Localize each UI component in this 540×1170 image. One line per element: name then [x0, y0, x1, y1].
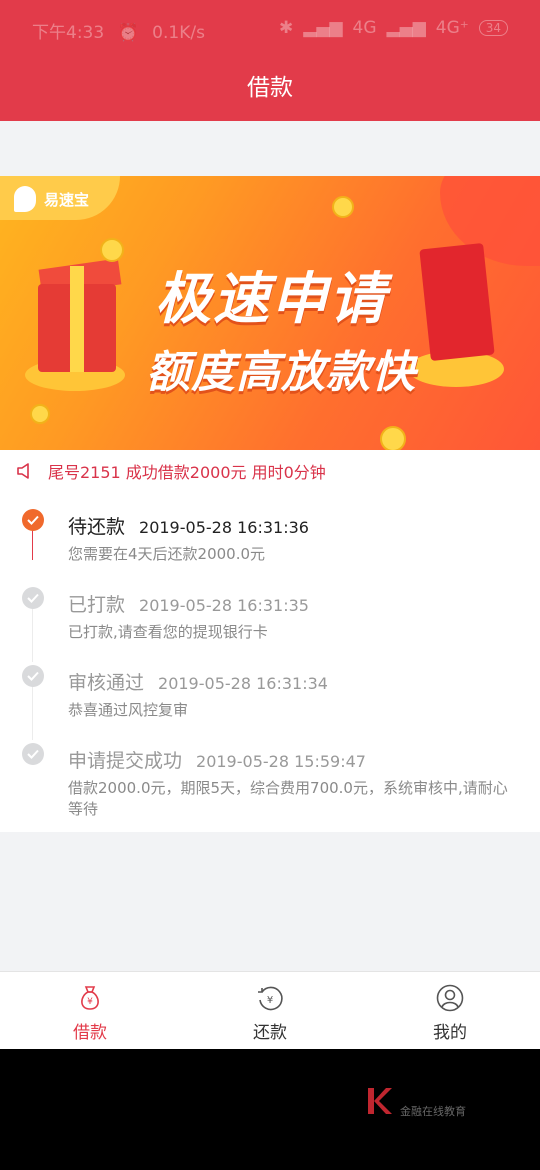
- bottom-tab-bar: ¥ 借款 ¥ 还款 我的: [0, 971, 540, 1050]
- step-check-icon: [22, 587, 44, 609]
- user-icon: [436, 984, 464, 1012]
- network-type-2: 4G⁺: [435, 18, 469, 38]
- step-check-icon: [22, 743, 44, 765]
- step-detail: 借款2000.0元，期限5天，综合费用700.0元，系统审核中,请耐心等待: [68, 779, 508, 818]
- step-detail: 您需要在4天后还款2000.0元: [68, 545, 266, 563]
- step-status: 已打款: [68, 594, 126, 616]
- bluetooth-icon: ✱: [279, 18, 294, 38]
- network-type-1: 4G: [352, 18, 377, 38]
- banner-subline: 额度高放款快: [146, 347, 416, 398]
- step-time: 2019-05-28 16:31:34: [158, 674, 328, 693]
- step-time: 2019-05-28 16:31:35: [139, 596, 309, 615]
- timeline-connector: [32, 608, 33, 662]
- tab-borrow[interactable]: ¥ 借款: [0, 972, 180, 1050]
- timeline-connector: [32, 530, 33, 560]
- status-bar: 下午4:33 ⏰ 0.1K/s ✱ ▂▄▆ 4G ▂▄▆ 4G⁺ 34: [0, 0, 540, 58]
- page-title: 借款: [0, 58, 540, 121]
- network-speed: 0.1K/s: [152, 23, 205, 43]
- coin-icon: [380, 426, 406, 450]
- tab-repay[interactable]: ¥ 还款: [180, 972, 360, 1050]
- battery-indicator: 34: [478, 20, 508, 36]
- step-title: 待还款 2019-05-28 16:31:36: [68, 512, 309, 539]
- step-status: 待还款: [68, 516, 126, 538]
- status-time: 下午4:33: [32, 23, 105, 43]
- step-title: 申请提交成功 2019-05-28 15:59:47: [68, 746, 366, 773]
- step-time: 2019-05-28 16:31:36: [139, 518, 309, 537]
- notice-text: 尾号2151 成功借款2000元 用时0分钟: [48, 463, 326, 482]
- watermark-text: 金融在线教育: [400, 1105, 466, 1118]
- repay-icon: ¥: [258, 986, 283, 1011]
- svg-text:¥: ¥: [87, 997, 93, 1007]
- step-check-icon: [22, 665, 44, 687]
- svg-text:¥: ¥: [267, 995, 273, 1006]
- logo-icon: [14, 186, 36, 212]
- speaker-icon: [17, 463, 29, 479]
- loan-timeline: 待还款 2019-05-28 16:31:36 您需要在4天后还款2000.0元 …: [0, 492, 540, 832]
- banner-logo: 易速宝: [0, 176, 120, 220]
- timeline-connector: [32, 686, 33, 740]
- alarm-icon: ⏰: [117, 23, 139, 43]
- watermark: 金融在线教育: [366, 1083, 466, 1119]
- banner-logo-text: 易速宝: [44, 191, 90, 209]
- step-status: 申请提交成功: [68, 750, 183, 772]
- tab-mine[interactable]: 我的: [360, 972, 540, 1050]
- gift-ribbon: [70, 266, 84, 372]
- money-bag-icon: ¥: [81, 986, 99, 1010]
- notice-bar: 尾号2151 成功借款2000元 用时0分钟: [0, 450, 540, 492]
- signal-icon: ▂▄▆: [303, 18, 343, 38]
- red-envelope-illustration: [419, 242, 495, 362]
- banner-headline: 极速申请: [155, 267, 387, 332]
- tab-label: 借款: [73, 1023, 107, 1043]
- coin-icon: [332, 196, 354, 218]
- step-detail: 恭喜通过风控复审: [68, 701, 189, 719]
- step-detail: 已打款,请查看您的提现银行卡: [68, 623, 268, 641]
- system-nav-area: 金融在线教育: [0, 1049, 540, 1170]
- signal-icon-2: ▂▄▆: [386, 18, 426, 38]
- step-time: 2019-05-28 15:59:47: [196, 752, 366, 771]
- step-status: 审核通过: [68, 672, 145, 694]
- step-title: 审核通过 2019-05-28 16:31:34: [68, 668, 328, 695]
- promo-banner[interactable]: 易速宝 极速申请 额度高放款快: [0, 176, 540, 450]
- watermark-logo-icon: [368, 1088, 392, 1114]
- coin-icon: [30, 404, 50, 424]
- step-title: 已打款 2019-05-28 16:31:35: [68, 590, 309, 617]
- tab-label: 我的: [433, 1023, 467, 1043]
- coin-icon: [100, 238, 124, 262]
- step-check-icon: [22, 509, 44, 531]
- tab-label: 还款: [253, 1023, 287, 1043]
